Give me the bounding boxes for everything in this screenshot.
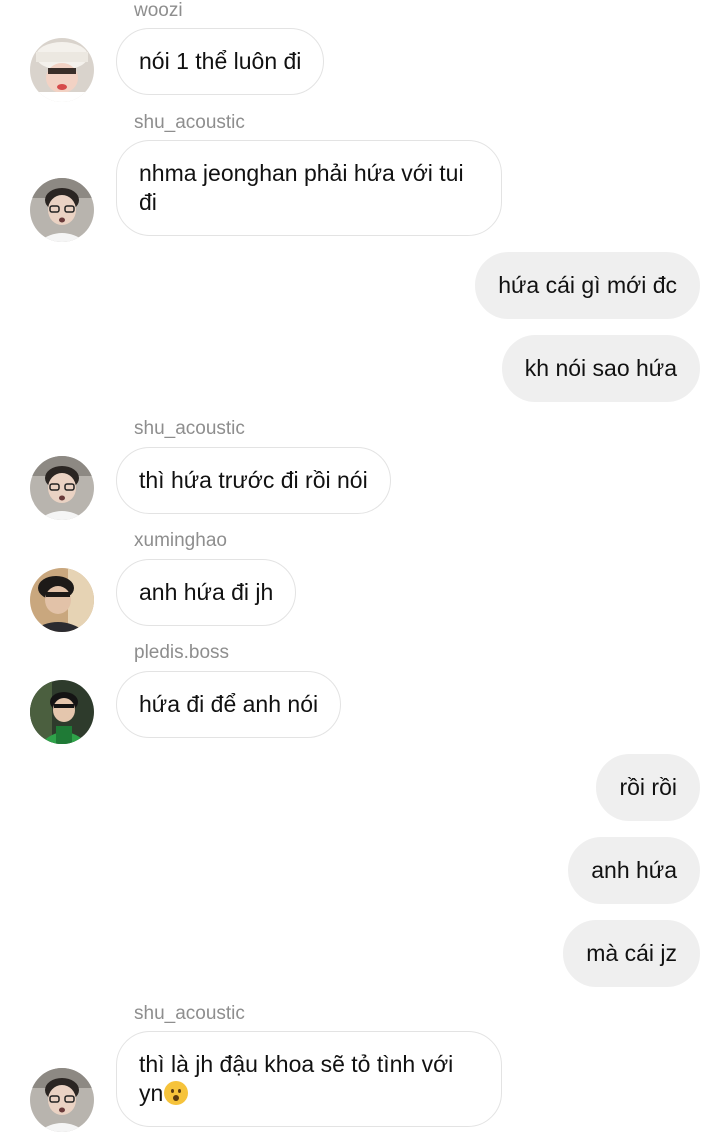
message-bubble[interactable]: rồi rồi — [596, 754, 700, 821]
message-text: kh nói sao hứa — [524, 355, 677, 381]
sender-name: shu_acoustic — [134, 112, 245, 133]
sender-name: shu_acoustic — [134, 1003, 245, 1024]
message-text: nhma jeonghan phải hứa với tui đi — [139, 160, 464, 215]
message-bubble[interactable]: hứa cái gì mới đc — [475, 252, 700, 319]
message-bubble[interactable]: nói 1 thể luôn đi — [116, 28, 325, 95]
message-bubble[interactable]: anh hứa đi jh — [116, 559, 297, 626]
message-bubble[interactable]: nhma jeonghan phải hứa với tui đi — [116, 140, 502, 236]
pledis-boss-avatar[interactable] — [30, 680, 94, 744]
message-text: mà cái jz — [586, 940, 677, 966]
message-text: nói 1 thể luôn đi — [139, 48, 302, 74]
hushed-face-icon — [164, 1081, 189, 1105]
shu-acoustic-avatar[interactable] — [30, 456, 94, 520]
xuminghao-avatar[interactable] — [30, 568, 94, 632]
sender-name: woozi — [134, 0, 183, 21]
message-bubble[interactable]: hứa đi để anh nói — [116, 671, 342, 738]
message-text: anh hứa — [591, 857, 677, 883]
message-text: hứa cái gì mới đc — [498, 272, 677, 298]
message-bubble[interactable]: mà cái jz — [563, 920, 700, 987]
message-text: thì hứa trước đi rồi nói — [139, 467, 368, 493]
message-text: rồi rồi — [619, 774, 677, 800]
sender-name: pledis.boss — [134, 642, 230, 663]
message-bubble[interactable]: thì là jh đậu khoa sẽ tỏ tình với yn — [116, 1031, 502, 1127]
shu-acoustic-avatar[interactable] — [30, 1068, 94, 1132]
message-bubble[interactable]: thì hứa trước đi rồi nói — [116, 447, 391, 514]
shu-acoustic-avatar[interactable] — [30, 178, 94, 242]
message-bubble[interactable]: anh hứa — [568, 837, 700, 904]
message-text: hứa đi để anh nói — [139, 691, 319, 717]
message-text: anh hứa đi jh — [139, 579, 274, 605]
sender-name: xuminghao — [134, 530, 227, 551]
sender-name: shu_acoustic — [134, 418, 245, 439]
woozi-avatar[interactable] — [30, 38, 94, 102]
message-bubble[interactable]: kh nói sao hứa — [501, 335, 700, 402]
